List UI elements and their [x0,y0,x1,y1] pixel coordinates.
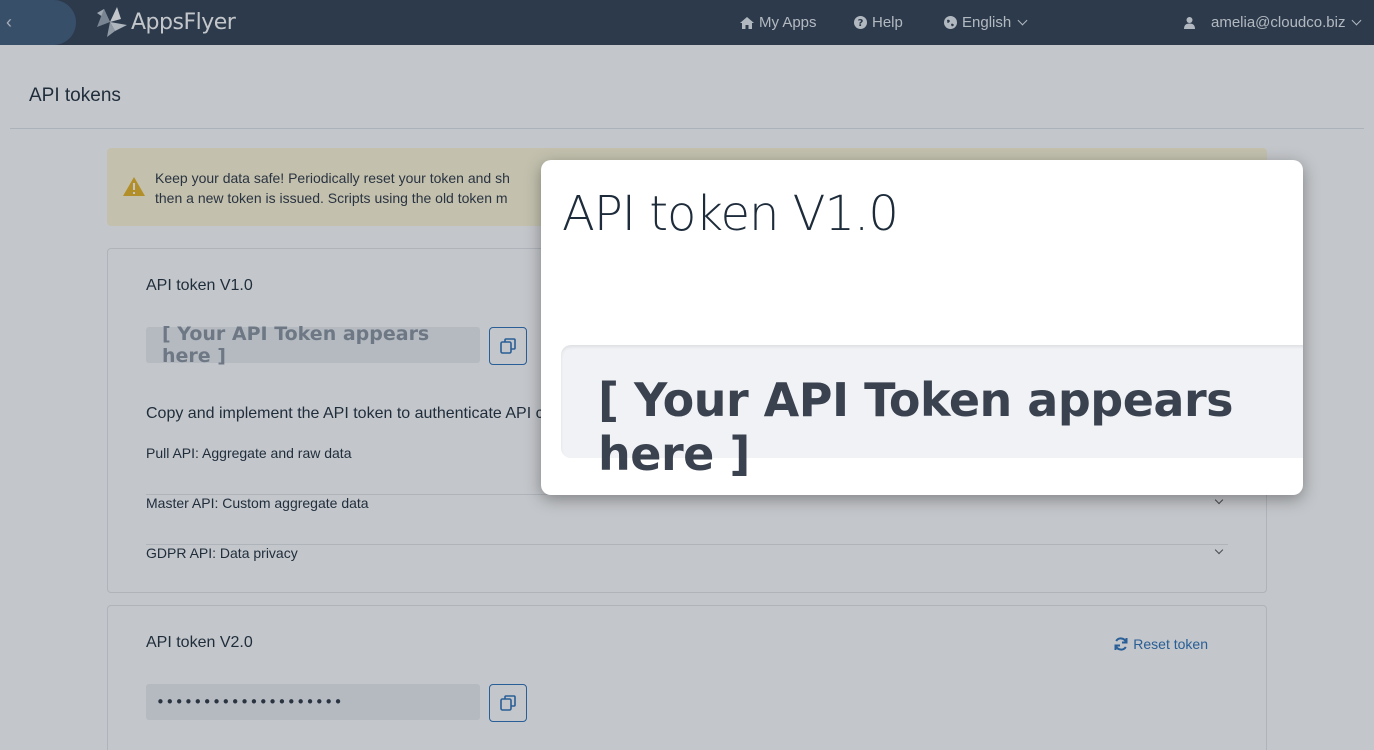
zoom-callout: API token V1.0 [ Your API Token appears … [541,160,1303,495]
zoom-title: API token V1.0 [562,186,899,242]
zoom-token-field: [ Your API Token appears here ] [561,345,1303,481]
zoom-token-text: [ Your API Token appears here ] [598,373,1234,481]
